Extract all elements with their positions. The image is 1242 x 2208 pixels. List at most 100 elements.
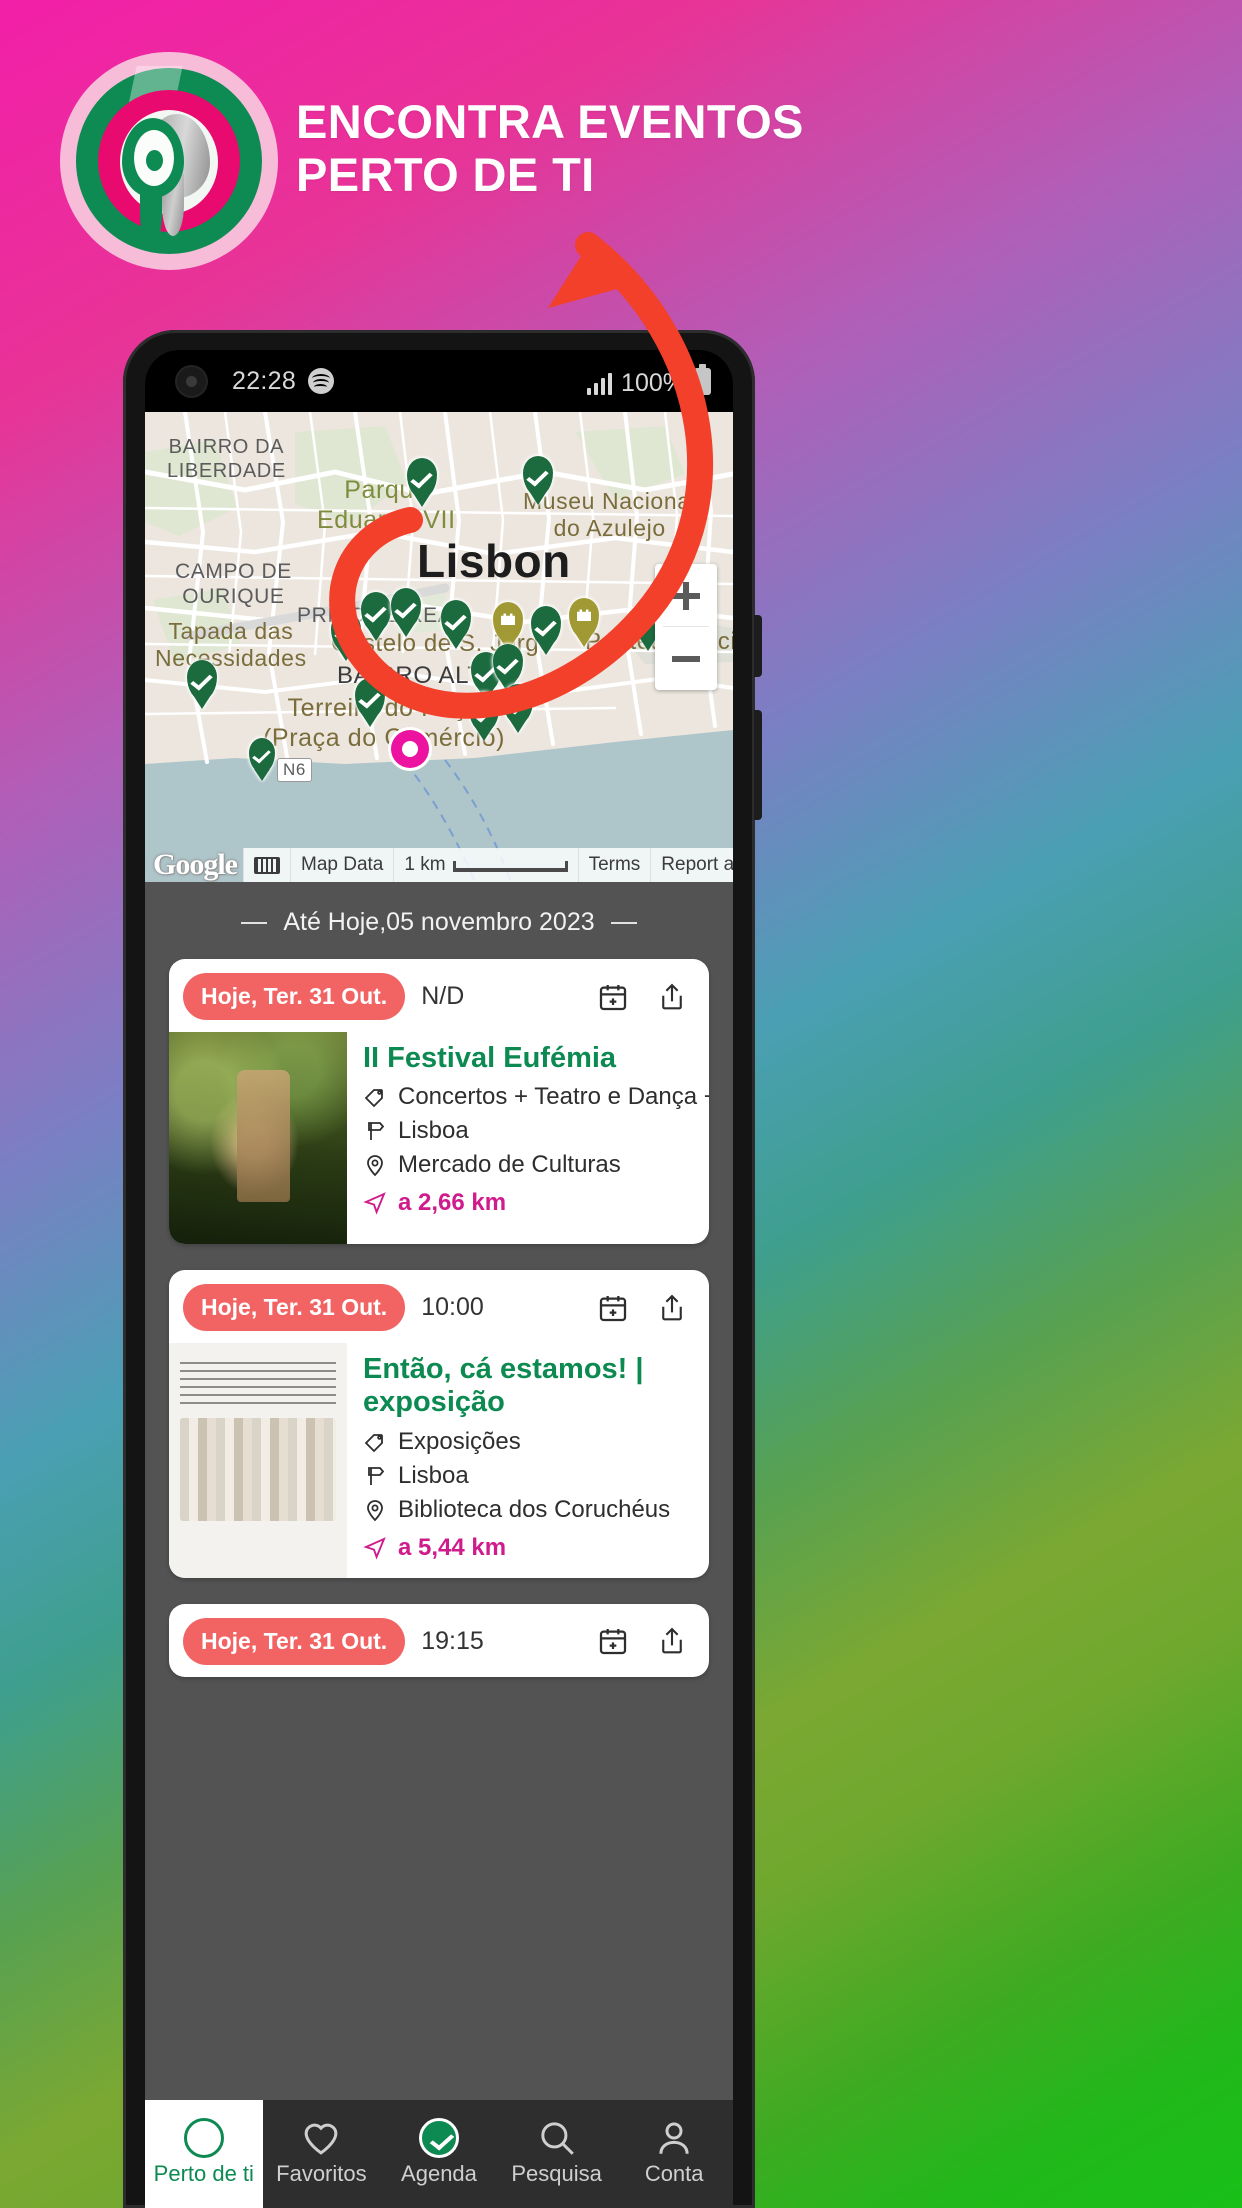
event-category-row: Exposições	[363, 1428, 691, 1456]
event-thumbnail	[169, 1343, 347, 1578]
nav-item-pesquisa[interactable]: Pesquisa	[498, 2100, 616, 2208]
share-icon[interactable]	[657, 1624, 689, 1658]
map-attribution-bar: Google Map Data 1 km Terms Report a map …	[145, 848, 733, 882]
search-icon	[536, 2116, 578, 2160]
add-to-calendar-icon[interactable]	[597, 1624, 629, 1658]
nav-item-favoritos[interactable]: Favoritos	[263, 2100, 381, 2208]
heart-icon	[300, 2116, 342, 2160]
tag-icon	[363, 1430, 387, 1454]
event-city: Lisboa	[398, 1461, 469, 1489]
event-card[interactable]: Hoje, Ter. 31 Out. 10:00 Então, cá estam…	[169, 1270, 709, 1578]
compass-icon	[183, 2116, 224, 2160]
event-card-header: Hoje, Ter. 31 Out. N/D	[169, 959, 709, 1032]
event-venue: Mercado de Culturas	[398, 1151, 621, 1179]
event-city-row: Lisboa	[363, 1462, 691, 1490]
date-separator: Até Hoje,05 novembro 2023	[145, 882, 733, 959]
event-distance-row: a 2,66 km	[363, 1189, 709, 1217]
event-venue-row: Biblioteca dos Coruchéus	[363, 1496, 691, 1524]
map-zoom-controls[interactable]	[655, 564, 717, 690]
zoom-out-button[interactable]	[655, 627, 717, 690]
tag-icon	[363, 1085, 387, 1109]
event-card[interactable]: Hoje, Ter. 31 Out. 19:15	[169, 1603, 709, 1677]
minus-icon	[672, 655, 700, 662]
phone-button-power	[754, 710, 762, 820]
check-circle-icon	[418, 2116, 459, 2160]
nav-item-agenda[interactable]: Agenda	[380, 2100, 498, 2208]
add-to-calendar-icon[interactable]	[597, 980, 629, 1014]
event-time: 10:00	[421, 1293, 484, 1321]
keyboard-shortcuts-button[interactable]	[243, 848, 290, 882]
date-separator-label: Até Hoje,05 novembro 2023	[283, 908, 595, 936]
logo-pin-dot	[146, 150, 163, 171]
share-icon[interactable]	[657, 1291, 689, 1325]
event-date-badge: Hoje, Ter. 31 Out.	[183, 973, 406, 1020]
event-card-header: Hoje, Ter. 31 Out. 10:00	[169, 1270, 709, 1343]
map-scale: 1 km	[393, 848, 578, 882]
map-label: Museu Nacional do Azulejo	[523, 488, 697, 542]
location-pin-icon	[363, 1153, 387, 1177]
battery-icon	[694, 363, 711, 395]
battery-percent: 100%	[621, 368, 685, 397]
event-city: Lisboa	[398, 1117, 469, 1145]
promo-header: ENCONTRA EVENTOS PERTO DE TI	[0, 0, 1242, 330]
event-distance: a 2,66 km	[398, 1189, 507, 1217]
status-bar: 22:28 100%	[145, 350, 733, 412]
event-title[interactable]: II Festival Eufémia	[363, 1042, 709, 1075]
event-card[interactable]: Hoje, Ter. 31 Out. N/D II Festival Eufém…	[169, 959, 709, 1244]
nav-label: Perto de ti	[153, 2161, 254, 2186]
event-time: N/D	[421, 982, 465, 1010]
report-map-error-link[interactable]: Report a map error	[650, 848, 733, 882]
event-details: Então, cá estamos! | exposição Exposiçõe…	[347, 1343, 709, 1578]
location-pin-icon	[363, 1498, 387, 1522]
signal-bars-icon	[586, 372, 613, 395]
nav-label: Favoritos	[276, 2161, 367, 2186]
event-card-body: Então, cá estamos! | exposição Exposiçõe…	[169, 1343, 709, 1578]
front-camera-icon	[177, 366, 206, 396]
signpost-icon	[363, 1119, 387, 1143]
event-details: II Festival Eufémia Concertos + Teatro e…	[347, 1032, 709, 1244]
nav-label: Conta	[644, 2161, 704, 2186]
separator-dash-right	[610, 921, 637, 924]
plus-icon	[672, 581, 700, 610]
navigation-arrow-icon	[363, 1536, 387, 1560]
event-time: 19:15	[421, 1626, 484, 1655]
event-city-row: Lisboa	[363, 1117, 709, 1145]
nav-item-conta[interactable]: Conta	[615, 2100, 733, 2208]
keyboard-icon	[254, 856, 280, 874]
map-scale-bar-icon	[452, 861, 568, 872]
bottom-navigation: Perto de ti Favoritos Agenda Pesquisa Co…	[145, 2100, 733, 2208]
event-card-actions	[597, 980, 689, 1014]
event-distance-row: a 5,44 km	[363, 1534, 691, 1562]
event-distance: a 5,44 km	[398, 1533, 507, 1561]
event-venue: Biblioteca dos Coruchéus	[398, 1495, 671, 1523]
zoom-in-button[interactable]	[655, 564, 717, 627]
terms-link[interactable]: Terms	[577, 848, 651, 882]
event-date-badge: Hoje, Ter. 31 Out.	[183, 1617, 406, 1665]
nav-item-perto-de-ti[interactable]: Perto de ti	[145, 2100, 263, 2208]
event-title[interactable]: Então, cá estamos! | exposição	[363, 1353, 691, 1420]
map-view[interactable]: BAIRRO DA LIBERDADE Parque Eduardo VII C…	[145, 412, 733, 882]
event-category: Exposições	[398, 1427, 521, 1455]
app-logo	[60, 52, 278, 270]
map-label: Tapada das Necessidades	[155, 618, 307, 672]
separator-dash-left	[241, 921, 268, 924]
signpost-icon	[363, 1464, 387, 1488]
map-data-link[interactable]: Map Data	[290, 848, 394, 882]
share-icon[interactable]	[657, 980, 689, 1014]
event-category: Concertos + Teatro e Dança + Festivais	[398, 1083, 709, 1111]
event-venue-row: Mercado de Culturas	[363, 1151, 709, 1179]
phone-screen: 22:28 100% BAIRRO DA LIBERDADE Parque Ed…	[145, 350, 733, 2208]
phone-button-volume	[754, 615, 762, 677]
current-location-marker	[391, 730, 429, 768]
navigation-arrow-icon	[363, 1191, 387, 1216]
add-to-calendar-icon[interactable]	[597, 1291, 629, 1325]
promo-headline-line2: PERTO DE TI	[296, 147, 595, 201]
event-date-badge: Hoje, Ter. 31 Out.	[183, 1284, 406, 1331]
event-card-actions	[597, 1291, 689, 1325]
status-time: 22:28	[232, 366, 297, 395]
phone-mockup: 22:28 100% BAIRRO DA LIBERDADE Parque Ed…	[123, 330, 762, 2208]
event-list[interactable]: Até Hoje,05 novembro 2023 Hoje, Ter. 31 …	[145, 882, 733, 2208]
promo-headline: ENCONTRA EVENTOS PERTO DE TI	[296, 95, 804, 201]
map-label: BAIRRO DA LIBERDADE	[167, 436, 286, 482]
event-card-body: II Festival Eufémia Concertos + Teatro e…	[169, 1032, 709, 1244]
